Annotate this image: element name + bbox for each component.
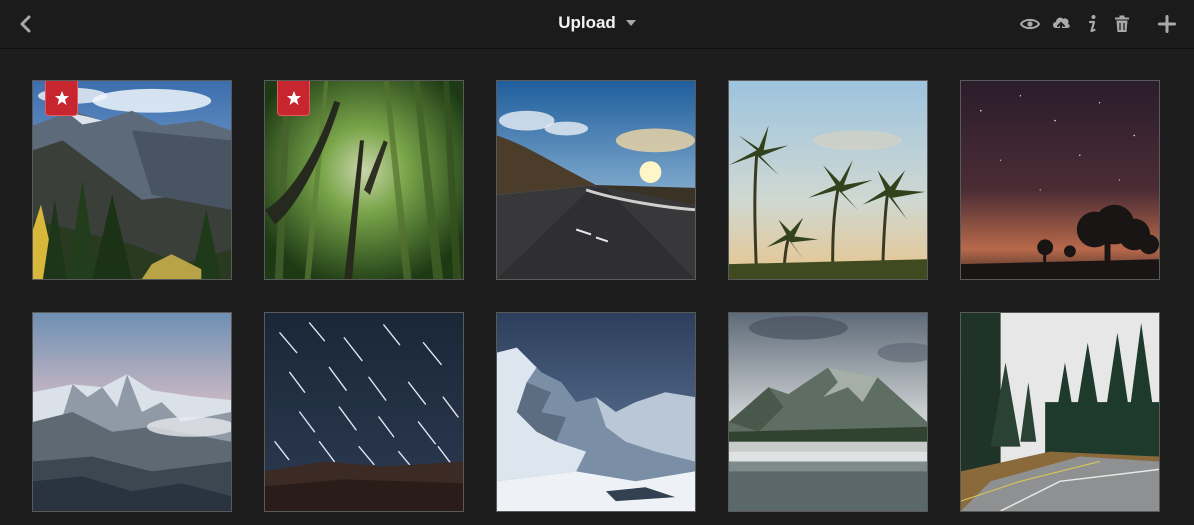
add-button[interactable] [1155,12,1179,36]
favorite-badge[interactable] [277,81,310,116]
photo-thumbnail[interactable] [32,80,232,280]
photo-thumbnail[interactable] [496,80,696,280]
photo-thumbnail[interactable] [32,312,232,512]
photo-night-sky [961,81,1159,279]
trash-icon [1115,15,1129,32]
star-icon [286,91,301,105]
photo-thumbnail[interactable] [960,312,1160,512]
back-button[interactable] [14,12,38,36]
photo-thumbnail[interactable] [496,312,696,512]
caret-down-icon [625,20,636,26]
upload-button[interactable] [1049,12,1073,36]
preview-button[interactable] [1018,12,1042,36]
photo-snowy-peak [33,313,231,511]
star-icon [54,91,69,105]
photo-palm-trees [729,81,927,279]
delete-button[interactable] [1110,12,1134,36]
title-bar: Upload [0,13,1194,33]
photo-forest-road [961,313,1159,511]
photo-star-trails [265,313,463,511]
photo-thumbnail[interactable] [960,80,1160,280]
favorite-badge[interactable] [45,81,78,116]
page-title: Upload [558,13,616,32]
info-button[interactable] [1080,12,1104,36]
photo-thumbnail[interactable] [264,312,464,512]
info-icon [1088,15,1096,33]
photo-thumbnail[interactable] [728,312,928,512]
album-selector[interactable]: Upload [558,13,636,33]
eye-icon [1020,18,1040,30]
top-bar: Upload [0,0,1194,49]
chevron-left-icon [20,15,31,33]
plus-icon [1158,15,1176,33]
cloud-upload-icon [1053,17,1070,33]
photo-mountain-road-sunset [497,81,695,279]
photo-thumbnail[interactable] [264,80,464,280]
photo-misty-lake [729,313,927,511]
photo-snowy-ridge [497,313,695,511]
photo-thumbnail[interactable] [728,80,928,280]
